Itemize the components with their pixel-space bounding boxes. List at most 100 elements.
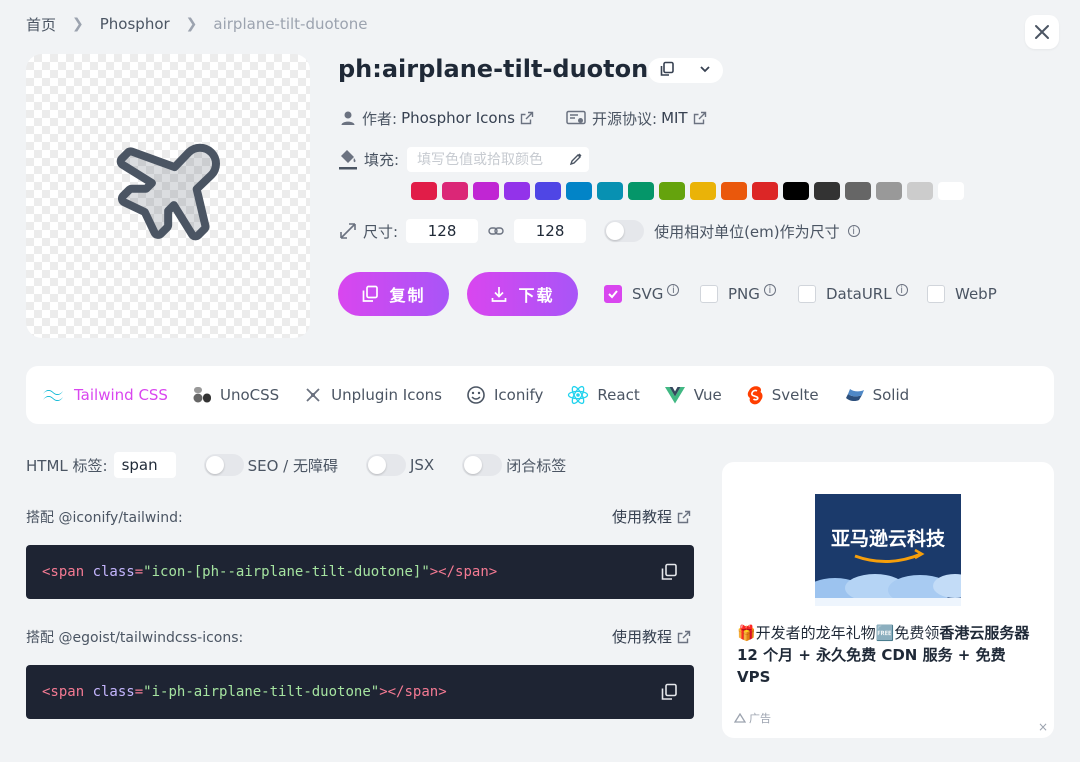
- unplugin-icon: [306, 388, 320, 402]
- ad-close-button[interactable]: ×: [1038, 720, 1048, 734]
- tab-tailwind-css[interactable]: Tailwind CSS: [40, 386, 168, 404]
- copy-name-button[interactable]: [659, 61, 675, 81]
- copy-button[interactable]: 复制: [338, 272, 449, 316]
- breadcrumb-collection[interactable]: Phosphor: [100, 15, 170, 33]
- license-link[interactable]: MIT: [661, 109, 688, 127]
- code-open: <span: [42, 684, 93, 700]
- code-eq: =: [134, 684, 144, 700]
- paint-bucket-icon: [339, 150, 357, 170]
- size-row: 尺寸: 128 128 使用相对单位(em)作为尺寸 i: [338, 219, 860, 243]
- svelte-icon: [747, 386, 763, 405]
- tutorial-link-label: 使用教程: [612, 628, 673, 646]
- color-swatch[interactable]: [907, 182, 933, 200]
- chevron-down-icon: [700, 66, 710, 73]
- download-icon: [492, 287, 507, 302]
- webp-checkbox[interactable]: [927, 285, 945, 303]
- format-label: DataURL: [826, 285, 892, 303]
- tab-unplugin-icons[interactable]: Unplugin Icons: [303, 386, 442, 404]
- code-block[interactable]: <span class="i-ph-airplane-tilt-duotone"…: [26, 665, 694, 719]
- fill-row: 填充: 填写色值或拾取颜色: [338, 146, 590, 172]
- eyedropper-icon[interactable]: [569, 152, 583, 166]
- tab-label: Iconify: [493, 386, 544, 404]
- info-icon[interactable]: i: [667, 284, 680, 296]
- code-close: ></span>: [379, 684, 447, 700]
- color-swatch[interactable]: [783, 182, 809, 200]
- format-option-png[interactable]: PNG i: [700, 284, 776, 304]
- height-input[interactable]: 128: [514, 219, 587, 243]
- color-swatch[interactable]: [535, 182, 561, 200]
- ad-badge-icon: [734, 713, 746, 723]
- color-swatch[interactable]: [845, 182, 871, 200]
- copy-icon: [660, 61, 675, 76]
- tab-vue[interactable]: Vue: [664, 386, 722, 404]
- info-icon[interactable]: i: [847, 225, 860, 237]
- icon-title: ph:airplane-tilt-duotone: [338, 55, 665, 83]
- code-snippet: <span class="i-ph-airplane-tilt-duotone"…: [42, 684, 447, 700]
- tab-unocss[interactable]: UnoCSS: [192, 386, 279, 404]
- code-block[interactable]: <span class="icon-[ph--airplane-tilt-duo…: [26, 545, 694, 599]
- color-swatches: [411, 182, 964, 200]
- ad-text[interactable]: 🎁开发者的龙年礼物🆓免费领香港云服务器 12 个月 + 永久免费 CDN 服务 …: [737, 622, 1042, 688]
- breadcrumb-home[interactable]: 首页: [26, 14, 56, 35]
- link-icon[interactable]: [488, 225, 504, 237]
- png-checkbox[interactable]: [700, 285, 718, 303]
- jsx-toggle[interactable]: [365, 454, 406, 476]
- seo-toggle[interactable]: [203, 454, 244, 476]
- width-input[interactable]: 128: [406, 219, 479, 243]
- solid-icon: [845, 389, 864, 402]
- snippet-label: 搭配 @iconify/tailwind:: [26, 510, 183, 526]
- code-close: ></span>: [429, 564, 498, 580]
- color-swatch[interactable]: [659, 182, 685, 200]
- color-swatch[interactable]: [442, 182, 468, 200]
- relative-unit-toggle[interactable]: [604, 220, 645, 242]
- author-row: 作者: Phosphor Icons: [340, 108, 534, 128]
- color-swatch[interactable]: [752, 182, 778, 200]
- format-option-svg[interactable]: SVG i: [604, 284, 680, 304]
- color-swatch[interactable]: [473, 182, 499, 200]
- svg-checkbox[interactable]: [604, 285, 622, 303]
- tab-svelte[interactable]: Svelte: [746, 385, 819, 405]
- close-button[interactable]: [1025, 15, 1059, 49]
- color-swatch[interactable]: [504, 182, 530, 200]
- html-tag-input[interactable]: span: [113, 452, 176, 478]
- breadcrumb-current: airplane-tilt-duotone: [213, 15, 368, 33]
- ad-image[interactable]: 亚马逊云科技: [815, 494, 961, 606]
- tab-iconify[interactable]: Iconify: [466, 385, 543, 405]
- checkmark-icon: [608, 290, 618, 299]
- fill-color-input[interactable]: 填写色值或拾取颜色: [407, 146, 590, 172]
- react-icon: [568, 385, 589, 405]
- color-swatch[interactable]: [814, 182, 840, 200]
- chevron-right-icon: ❯: [185, 16, 198, 32]
- format-option-dataurl[interactable]: DataURL i: [798, 284, 908, 304]
- tab-solid[interactable]: Solid: [843, 386, 909, 404]
- vue-icon: [664, 387, 685, 404]
- color-swatch[interactable]: [876, 182, 902, 200]
- color-swatch[interactable]: [411, 182, 437, 200]
- color-swatch[interactable]: [566, 182, 592, 200]
- tutorial-link[interactable]: 使用教程: [612, 506, 691, 527]
- breadcrumb: 首页 ❯ Phosphor ❯ airplane-tilt-duotone: [26, 14, 367, 34]
- tutorial-link[interactable]: 使用教程: [612, 626, 691, 647]
- ad-image-text: 亚马逊云科技: [830, 528, 945, 550]
- download-button[interactable]: 下载: [467, 272, 578, 316]
- copy-icon[interactable]: [660, 683, 678, 701]
- author-link[interactable]: Phosphor Icons: [401, 109, 515, 127]
- closed-tag-toggle[interactable]: [462, 454, 503, 476]
- copy-icon[interactable]: [660, 563, 678, 581]
- color-swatch[interactable]: [690, 182, 716, 200]
- dataurl-checkbox[interactable]: [798, 285, 816, 303]
- ad-label: 广告: [749, 712, 771, 725]
- ad-card[interactable]: 亚马逊云科技 🎁开发者的龙年礼物🆓免费领香港云服务器 12 个月 + 永久免费 …: [722, 462, 1054, 738]
- airplane-tilt-icon: [116, 143, 220, 241]
- color-swatch[interactable]: [721, 182, 747, 200]
- tailwind-icon: [43, 389, 63, 402]
- color-swatch[interactable]: [597, 182, 623, 200]
- color-swatch[interactable]: [938, 182, 964, 200]
- code-eq: =: [134, 564, 144, 580]
- info-icon[interactable]: i: [895, 284, 908, 296]
- more-options-button[interactable]: [698, 61, 712, 80]
- info-icon[interactable]: i: [763, 284, 776, 296]
- tab-react[interactable]: React: [567, 385, 640, 405]
- color-swatch[interactable]: [628, 182, 654, 200]
- format-option-webp[interactable]: WebP: [927, 284, 997, 304]
